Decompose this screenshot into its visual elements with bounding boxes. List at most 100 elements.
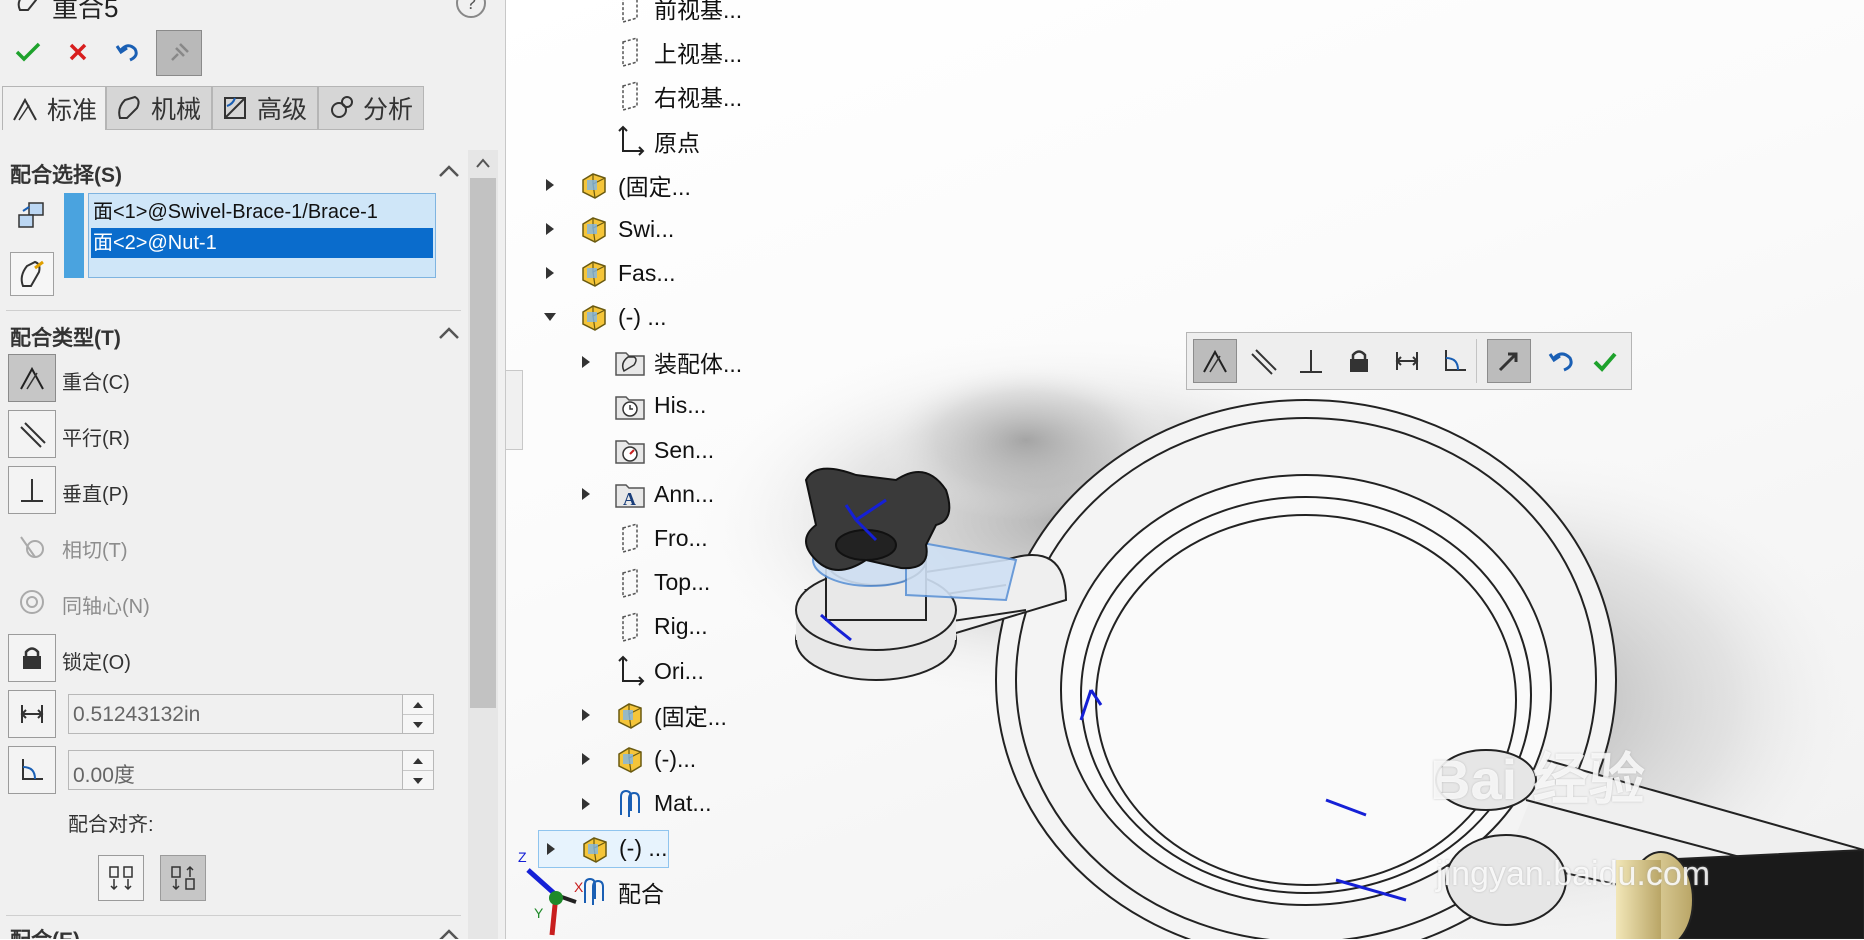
coincident-icon[interactable]: [1193, 339, 1237, 383]
tree-node[interactable]: A Ann...: [574, 476, 714, 512]
distance-icon[interactable]: [8, 690, 56, 738]
pm-scrollbar-thumb[interactable]: [470, 178, 496, 708]
expand-arrow-icon[interactable]: [574, 747, 598, 771]
tree-node[interactable]: Top...: [574, 565, 710, 601]
expand-arrow-icon[interactable]: [538, 261, 562, 285]
expand-arrow-icon[interactable]: [574, 703, 598, 727]
tree-node-label: Fro...: [654, 524, 708, 551]
tree-node[interactable]: Sen...: [574, 432, 714, 468]
distance-spinner[interactable]: [402, 695, 433, 733]
mate-type-coincident[interactable]: 重合(C): [8, 354, 308, 402]
mates-icon: [612, 786, 648, 822]
mate-type-perpendicular[interactable]: 垂直(P): [8, 466, 308, 514]
angle-icon[interactable]: [1433, 339, 1477, 383]
lock-icon[interactable]: [1337, 339, 1381, 383]
selection-item[interactable]: 面<1>@Swivel-Brace-1/Brace-1: [91, 197, 433, 227]
tab-mechanical[interactable]: 机械: [106, 86, 212, 130]
scroll-up-arrow-icon[interactable]: [470, 152, 496, 174]
tree-node[interactable]: Fas...: [538, 255, 676, 291]
mate-selections-list[interactable]: 面<1>@Swivel-Brace-1/Brace-1 面<2>@Nut-1: [88, 193, 436, 278]
tree-node-label: 前视基...: [654, 0, 743, 23]
mate-type-label: 重合(C): [62, 372, 130, 394]
tree-node-label: 原点: [654, 129, 700, 156]
tree-node[interactable]: His...: [574, 388, 706, 424]
expand-arrow-icon[interactable]: [574, 792, 598, 816]
expand-arrow-icon[interactable]: [538, 173, 562, 197]
plane-icon: [612, 609, 648, 645]
ok-check-icon[interactable]: [1583, 339, 1627, 383]
ok-button[interactable]: [6, 30, 50, 74]
feature-manager-tree: 前视基... 上视基... 右视基... 原点 (固定... Swi... Fas... (-…: [506, 0, 926, 939]
tab-standard[interactable]: 标准: [2, 86, 106, 130]
tree-node[interactable]: (固定...: [538, 167, 691, 203]
aligned-button[interactable]: [98, 855, 144, 901]
flip-icon[interactable]: [1487, 339, 1531, 383]
spin-down-icon[interactable]: [403, 715, 433, 734]
section-mate-selections-header[interactable]: 配合选择(S): [10, 159, 122, 189]
tree-node-label: (固定...: [618, 173, 691, 200]
lock-icon[interactable]: [8, 634, 56, 682]
angle-icon[interactable]: [8, 746, 56, 794]
tree-node[interactable]: Rig...: [574, 609, 708, 645]
collapse-arrow-icon[interactable]: [538, 305, 562, 329]
tree-node[interactable]: Mat...: [574, 786, 712, 822]
tree-node[interactable]: Ori...: [574, 653, 704, 689]
coincident-icon[interactable]: [8, 354, 56, 402]
tree-node[interactable]: 装配体...: [574, 344, 742, 380]
spin-up-icon[interactable]: [403, 751, 433, 771]
tree-node-label: Mat...: [654, 790, 712, 817]
expand-arrow-icon[interactable]: [574, 350, 598, 374]
triad-y-label: Y: [534, 905, 544, 921]
spin-up-icon[interactable]: [403, 695, 433, 715]
tree-node-label: (-) ...: [618, 303, 667, 330]
perpendicular-icon[interactable]: [1289, 339, 1333, 383]
tree-node-label: 右视基...: [654, 85, 743, 112]
undo-icon[interactable]: [1539, 339, 1583, 383]
mate-type-parallel[interactable]: 平行(R): [8, 410, 308, 458]
tree-node[interactable]: 前视基...: [574, 0, 742, 26]
expand-arrow-icon[interactable]: [574, 482, 598, 506]
tree-node[interactable]: 原点: [574, 123, 700, 159]
collapse-chevron-icon[interactable]: [438, 928, 460, 939]
anti-aligned-button[interactable]: [160, 855, 206, 901]
expand-arrow-icon[interactable]: [538, 217, 562, 241]
tab-analysis[interactable]: 分析: [318, 86, 424, 130]
mate-alignment-label: 配合对齐:: [68, 814, 154, 836]
perpendicular-icon[interactable]: [8, 466, 56, 514]
spin-down-icon[interactable]: [403, 771, 433, 790]
tree-node[interactable]: Swi...: [538, 211, 674, 247]
help-icon[interactable]: ?: [456, 0, 486, 18]
mate-type-lock[interactable]: 锁定(O): [8, 634, 308, 682]
panel-splitter-handle[interactable]: [503, 370, 523, 450]
tree-node[interactable]: (-)...: [574, 741, 696, 777]
distance-input[interactable]: 0.51243132in: [68, 694, 434, 734]
angle-input[interactable]: 0.00度: [68, 750, 434, 790]
distance-icon[interactable]: [1385, 339, 1429, 383]
angle-spinner[interactable]: [402, 751, 433, 789]
tree-node[interactable]: 右视基...: [574, 78, 742, 114]
tree-node[interactable]: Fro...: [574, 520, 708, 556]
collapse-chevron-icon[interactable]: [438, 326, 460, 340]
tree-node[interactable]: (-) ...: [538, 299, 667, 335]
tree-node[interactable]: (固定...: [574, 697, 727, 733]
parallel-icon[interactable]: [8, 410, 56, 458]
section-mates-header[interactable]: 配合(E): [10, 924, 80, 939]
collapse-chevron-icon[interactable]: [438, 164, 460, 178]
multi-mate-mode-button[interactable]: [10, 252, 54, 296]
part-icon: [612, 741, 648, 777]
selection-item-selected[interactable]: 面<2>@Nut-1: [91, 228, 433, 258]
section-mate-types-header[interactable]: 配合类型(T): [10, 322, 121, 352]
tree-node[interactable]: 上视基...: [574, 34, 742, 70]
undo-button[interactable]: [106, 30, 150, 74]
tree-node-label: Top...: [654, 569, 711, 596]
pin-button[interactable]: [156, 30, 202, 76]
tab-advanced[interactable]: 高级: [212, 86, 318, 130]
cancel-button[interactable]: [56, 30, 100, 74]
parallel-icon[interactable]: [1241, 339, 1285, 383]
concentric-icon: [8, 578, 56, 626]
